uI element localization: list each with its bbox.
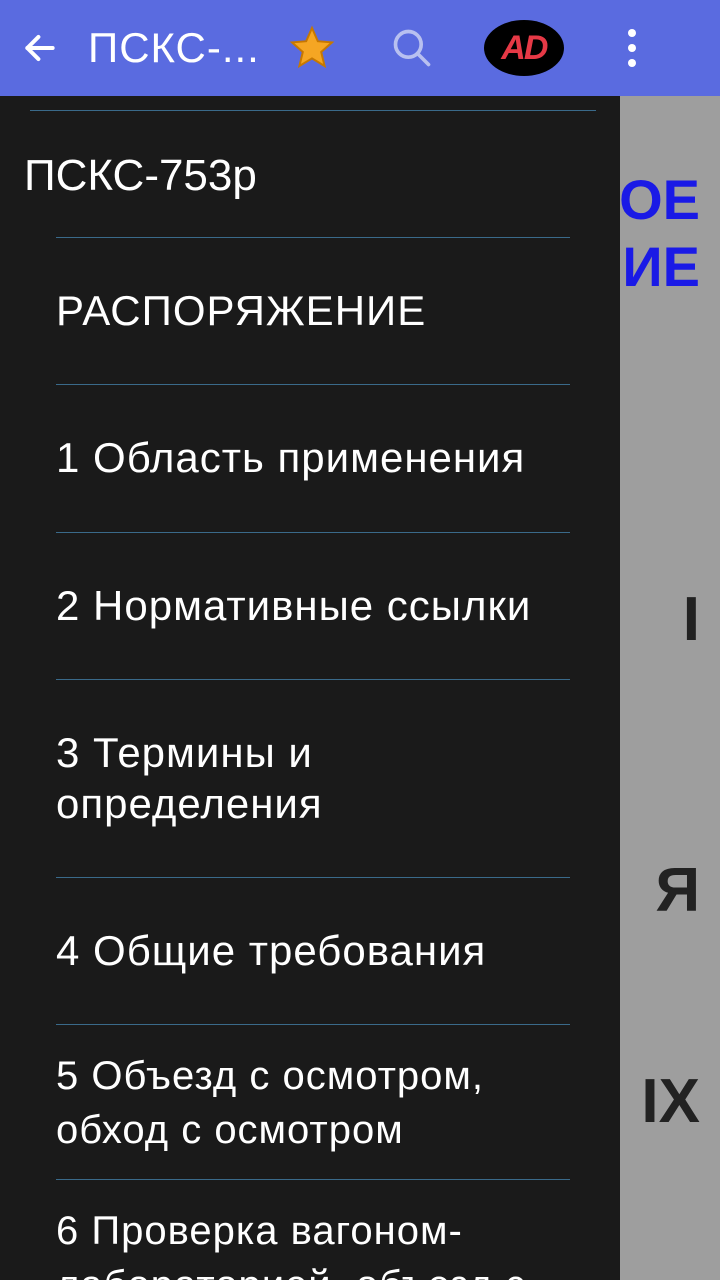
- app-title: ПСКС-...: [88, 24, 260, 72]
- nav-item-references[interactable]: 2 Нормативные ссылки: [0, 533, 620, 679]
- ad-label: AD: [501, 29, 546, 68]
- nav-item-terms[interactable]: 3 Термины и определения: [0, 680, 620, 877]
- nav-item-lab-check[interactable]: 6 Проверка вагоном-лабораторией, объезд …: [0, 1180, 620, 1280]
- more-menu-icon[interactable]: [612, 24, 652, 72]
- nav-item-general[interactable]: 4 Общие требования: [0, 878, 620, 1024]
- nav-item-order[interactable]: РАСПОРЯЖЕНИЕ: [0, 238, 620, 384]
- search-icon[interactable]: [388, 24, 436, 72]
- nav-item-scope[interactable]: 1 Область применения: [0, 385, 620, 531]
- body-area: ОЕ ИЕ I Я ІХ ПСКС-753р РАСПОРЯЖЕНИЕ 1 Об…: [0, 96, 720, 1280]
- ad-badge[interactable]: AD: [484, 20, 564, 76]
- nav-item-inspection[interactable]: 5 Объезд с осмотром, обход с осмотром: [0, 1025, 620, 1179]
- drawer-title: ПСКС-753р: [0, 111, 620, 237]
- navigation-drawer: ПСКС-753р РАСПОРЯЖЕНИЕ 1 Область примене…: [0, 96, 620, 1280]
- star-icon[interactable]: [288, 24, 336, 72]
- back-button[interactable]: [20, 28, 60, 68]
- app-bar: ПСКС-... AD: [0, 0, 720, 96]
